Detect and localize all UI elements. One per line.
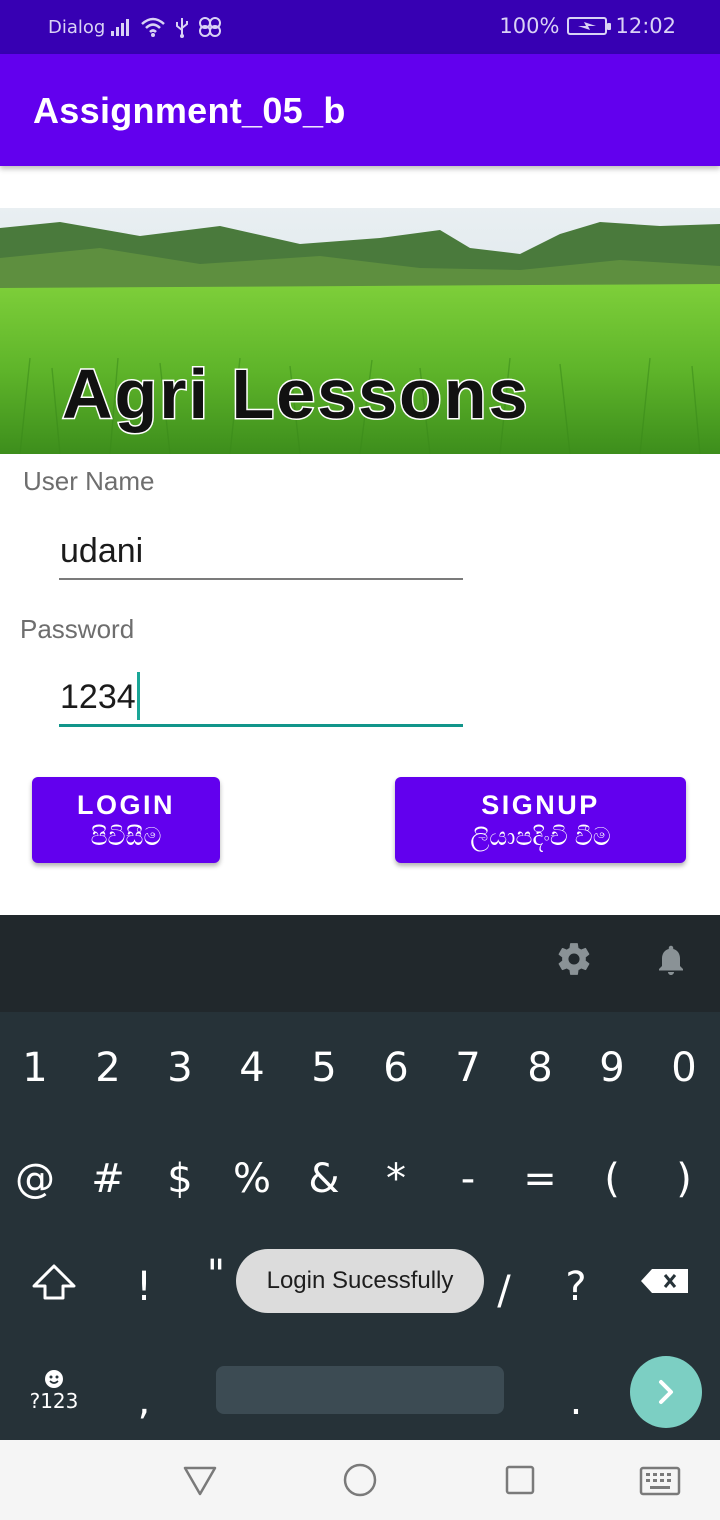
signup-label-si: ලියාපදිංචි වීම [470, 823, 611, 851]
key-9[interactable]: 9 [582, 1033, 642, 1103]
bell-icon[interactable] [653, 941, 689, 979]
key-slash[interactable]: / [474, 1256, 534, 1326]
username-underline [59, 578, 463, 580]
username-value: udani [60, 532, 144, 570]
emoji-icon [45, 1370, 63, 1388]
key-3[interactable]: 3 [150, 1033, 210, 1103]
username-label: User Name [23, 466, 155, 496]
recents-square-icon[interactable] [504, 1464, 536, 1496]
key-question[interactable]: ? [546, 1252, 606, 1322]
key-dollar[interactable]: $ [150, 1144, 210, 1214]
enter-key[interactable] [630, 1356, 702, 1428]
usb-icon [176, 18, 188, 38]
login-button[interactable]: LOGIN පිවිසීම [32, 777, 220, 863]
home-circle-icon[interactable] [342, 1462, 378, 1498]
text-cursor [136, 672, 140, 720]
carrier-name: Dialog [48, 17, 106, 38]
key-period[interactable]: . [546, 1366, 606, 1436]
login-label-en: LOGIN [77, 790, 175, 820]
key-comma[interactable]: , [114, 1366, 174, 1436]
status-right: 100% 12:02 [499, 14, 676, 38]
key-6[interactable]: 6 [366, 1033, 426, 1103]
symbols-key-label: ?123 [29, 1389, 79, 1413]
status-bar: Dialog 100% 12:02 [0, 0, 720, 54]
signup-button[interactable]: SIGNUP ලියාපදිංචි වීම [395, 777, 686, 863]
gear-icon[interactable] [555, 940, 593, 978]
key-5[interactable]: 5 [294, 1033, 354, 1103]
key-ampersand[interactable]: & [294, 1144, 354, 1214]
password-value: 1234 [60, 677, 136, 716]
login-label-si: පිවිසීම [90, 823, 162, 851]
toast-message: Login Sucessfully [236, 1249, 484, 1313]
password-field[interactable]: 1234 [59, 665, 463, 729]
agri-lessons-banner: Agri Lessons [0, 208, 720, 454]
key-minus[interactable]: - [438, 1144, 498, 1214]
password-value-wrap: 1234 [60, 672, 140, 723]
key-equals[interactable]: = [510, 1144, 570, 1214]
symbols-key[interactable]: ?123 [26, 1368, 82, 1418]
key-exclamation[interactable]: ! [114, 1252, 174, 1322]
key-asterisk[interactable]: * [366, 1144, 426, 1214]
space-bar[interactable] [216, 1366, 504, 1414]
navigation-bar [0, 1440, 720, 1520]
key-at[interactable]: @ [5, 1144, 65, 1214]
key-8[interactable]: 8 [510, 1033, 570, 1103]
app-title: Assignment_05_b [33, 90, 346, 131]
banner-text: Agri Lessons [62, 355, 529, 433]
wifi-icon [141, 17, 165, 37]
username-field[interactable]: udani [59, 520, 463, 582]
key-1[interactable]: 1 [5, 1033, 65, 1103]
signal-icon [111, 19, 129, 36]
chevron-right-icon [659, 1380, 673, 1404]
key-open-paren[interactable]: ( [582, 1144, 642, 1214]
backspace-icon[interactable] [640, 1267, 690, 1295]
shift-icon[interactable] [30, 1262, 78, 1302]
key-2[interactable]: 2 [78, 1033, 138, 1103]
password-label: Password [20, 614, 135, 644]
battery-percent: 100% [499, 14, 560, 38]
password-underline [59, 724, 463, 727]
back-triangle-icon[interactable] [182, 1464, 218, 1498]
battery-icon [567, 17, 612, 35]
keyboard-toolbar [0, 915, 720, 1012]
key-percent[interactable]: % [222, 1144, 282, 1214]
key-hash[interactable]: # [78, 1144, 138, 1214]
status-icons [110, 14, 222, 40]
keyboard-icon[interactable] [639, 1466, 681, 1496]
link-icon [199, 17, 221, 37]
app-screen: Dialog 100% 12:02 Assignment_05_b Agri L… [0, 0, 720, 1520]
key-0[interactable]: 0 [654, 1033, 714, 1103]
clock: 12:02 [615, 14, 676, 38]
signup-label-en: SIGNUP [481, 790, 600, 820]
key-7[interactable]: 7 [438, 1033, 498, 1103]
key-close-paren[interactable]: ) [654, 1144, 714, 1214]
key-4[interactable]: 4 [222, 1033, 282, 1103]
app-bar: Assignment_05_b [0, 54, 720, 166]
